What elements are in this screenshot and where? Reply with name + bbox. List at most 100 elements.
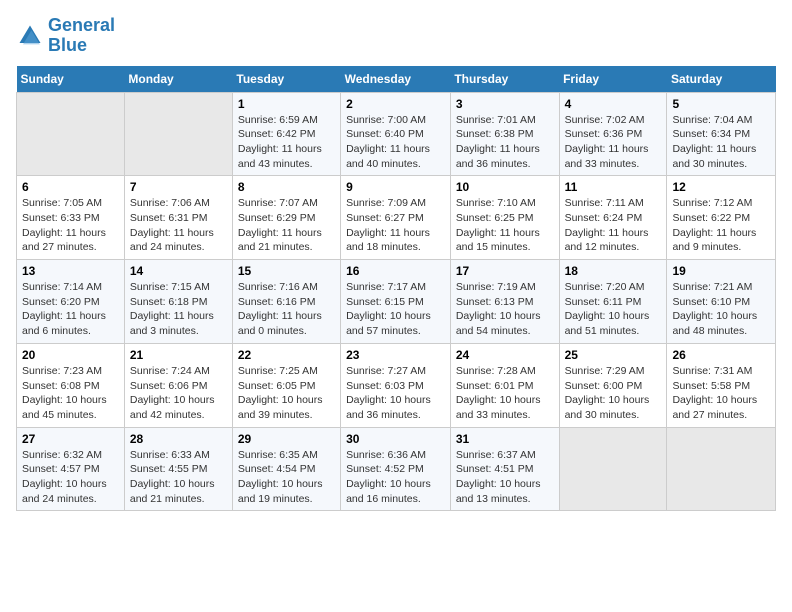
calendar-cell: 9 Sunrise: 7:09 AM Sunset: 6:27 PM Daylig… bbox=[341, 176, 451, 260]
calendar-cell: 28 Sunrise: 6:33 AM Sunset: 4:55 PM Dayli… bbox=[124, 427, 232, 511]
day-number: 2 bbox=[346, 97, 445, 111]
logo: General Blue bbox=[16, 16, 115, 56]
day-info: Sunrise: 7:14 AM Sunset: 6:20 PM Dayligh… bbox=[22, 280, 119, 339]
day-number: 7 bbox=[130, 180, 227, 194]
day-number: 4 bbox=[565, 97, 662, 111]
calendar-week-row: 1 Sunrise: 6:59 AM Sunset: 6:42 PM Daylig… bbox=[17, 92, 776, 176]
day-info: Sunrise: 7:27 AM Sunset: 6:03 PM Dayligh… bbox=[346, 364, 445, 423]
day-info: Sunrise: 6:37 AM Sunset: 4:51 PM Dayligh… bbox=[456, 448, 554, 507]
day-number: 15 bbox=[238, 264, 335, 278]
day-info: Sunrise: 7:00 AM Sunset: 6:40 PM Dayligh… bbox=[346, 113, 445, 172]
calendar-cell: 3 Sunrise: 7:01 AM Sunset: 6:38 PM Daylig… bbox=[450, 92, 559, 176]
calendar-cell: 11 Sunrise: 7:11 AM Sunset: 6:24 PM Dayli… bbox=[559, 176, 667, 260]
day-number: 16 bbox=[346, 264, 445, 278]
day-number: 1 bbox=[238, 97, 335, 111]
logo-icon bbox=[16, 22, 44, 50]
calendar-cell: 13 Sunrise: 7:14 AM Sunset: 6:20 PM Dayli… bbox=[17, 260, 125, 344]
day-info: Sunrise: 7:02 AM Sunset: 6:36 PM Dayligh… bbox=[565, 113, 662, 172]
day-number: 9 bbox=[346, 180, 445, 194]
day-of-week-header: Sunday bbox=[17, 66, 125, 93]
day-number: 31 bbox=[456, 432, 554, 446]
calendar-week-row: 13 Sunrise: 7:14 AM Sunset: 6:20 PM Dayli… bbox=[17, 260, 776, 344]
day-number: 5 bbox=[672, 97, 770, 111]
day-number: 20 bbox=[22, 348, 119, 362]
day-info: Sunrise: 7:23 AM Sunset: 6:08 PM Dayligh… bbox=[22, 364, 119, 423]
calendar-cell: 22Sunrise: 7:25 AM Sunset: 6:05 PM Dayli… bbox=[232, 343, 340, 427]
calendar-cell bbox=[559, 427, 667, 511]
day-number: 10 bbox=[456, 180, 554, 194]
calendar-cell: 27 Sunrise: 6:32 AM Sunset: 4:57 PM Dayli… bbox=[17, 427, 125, 511]
day-info: Sunrise: 7:07 AM Sunset: 6:29 PM Dayligh… bbox=[238, 196, 335, 255]
day-number: 17 bbox=[456, 264, 554, 278]
day-of-week-header: Tuesday bbox=[232, 66, 340, 93]
calendar-cell: 24 Sunrise: 7:28 AM Sunset: 6:01 PM Dayli… bbox=[450, 343, 559, 427]
day-number: 18 bbox=[565, 264, 662, 278]
day-number: 6 bbox=[22, 180, 119, 194]
calendar-cell: 4 Sunrise: 7:02 AM Sunset: 6:36 PM Daylig… bbox=[559, 92, 667, 176]
calendar-header-row: SundayMondayTuesdayWednesdayThursdayFrid… bbox=[17, 66, 776, 93]
day-of-week-header: Saturday bbox=[667, 66, 776, 93]
day-number: 29 bbox=[238, 432, 335, 446]
day-number: 19 bbox=[672, 264, 770, 278]
day-info: Sunrise: 7:29 AM Sunset: 6:00 PM Dayligh… bbox=[565, 364, 662, 423]
calendar-cell: 29 Sunrise: 6:35 AM Sunset: 4:54 PM Dayli… bbox=[232, 427, 340, 511]
day-info: Sunrise: 6:35 AM Sunset: 4:54 PM Dayligh… bbox=[238, 448, 335, 507]
day-info: Sunrise: 7:06 AM Sunset: 6:31 PM Dayligh… bbox=[130, 196, 227, 255]
day-number: 28 bbox=[130, 432, 227, 446]
day-number: 24 bbox=[456, 348, 554, 362]
day-number: 3 bbox=[456, 97, 554, 111]
day-number: 13 bbox=[22, 264, 119, 278]
day-info: Sunrise: 7:04 AM Sunset: 6:34 PM Dayligh… bbox=[672, 113, 770, 172]
day-info: Sunrise: 7:11 AM Sunset: 6:24 PM Dayligh… bbox=[565, 196, 662, 255]
calendar-cell: 16 Sunrise: 7:17 AM Sunset: 6:15 PM Dayli… bbox=[341, 260, 451, 344]
day-info: Sunrise: 7:17 AM Sunset: 6:15 PM Dayligh… bbox=[346, 280, 445, 339]
calendar-week-row: 6 Sunrise: 7:05 AM Sunset: 6:33 PM Daylig… bbox=[17, 176, 776, 260]
day-number: 26 bbox=[672, 348, 770, 362]
page-header: General Blue bbox=[16, 16, 776, 56]
calendar-cell: 20 Sunrise: 7:23 AM Sunset: 6:08 PM Dayli… bbox=[17, 343, 125, 427]
day-info: Sunrise: 7:09 AM Sunset: 6:27 PM Dayligh… bbox=[346, 196, 445, 255]
day-info: Sunrise: 7:01 AM Sunset: 6:38 PM Dayligh… bbox=[456, 113, 554, 172]
day-info: Sunrise: 6:33 AM Sunset: 4:55 PM Dayligh… bbox=[130, 448, 227, 507]
calendar-cell: 17 Sunrise: 7:19 AM Sunset: 6:13 PM Dayli… bbox=[450, 260, 559, 344]
calendar-cell: 10 Sunrise: 7:10 AM Sunset: 6:25 PM Dayli… bbox=[450, 176, 559, 260]
calendar-cell: 5 Sunrise: 7:04 AM Sunset: 6:34 PM Daylig… bbox=[667, 92, 776, 176]
calendar-cell: 21Sunrise: 7:24 AM Sunset: 6:06 PM Dayli… bbox=[124, 343, 232, 427]
day-info: Sunrise: 7:24 AM Sunset: 6:06 PM Dayligh… bbox=[130, 364, 227, 423]
calendar-cell: 25 Sunrise: 7:29 AM Sunset: 6:00 PM Dayli… bbox=[559, 343, 667, 427]
day-of-week-header: Thursday bbox=[450, 66, 559, 93]
day-number: 27 bbox=[22, 432, 119, 446]
logo-text: General Blue bbox=[48, 16, 115, 56]
calendar-cell: 15Sunrise: 7:16 AM Sunset: 6:16 PM Dayli… bbox=[232, 260, 340, 344]
calendar-cell: 7 Sunrise: 7:06 AM Sunset: 6:31 PM Daylig… bbox=[124, 176, 232, 260]
calendar-cell bbox=[667, 427, 776, 511]
calendar-table: SundayMondayTuesdayWednesdayThursdayFrid… bbox=[16, 66, 776, 512]
calendar-week-row: 27 Sunrise: 6:32 AM Sunset: 4:57 PM Dayli… bbox=[17, 427, 776, 511]
calendar-cell: 31 Sunrise: 6:37 AM Sunset: 4:51 PM Dayli… bbox=[450, 427, 559, 511]
calendar-cell bbox=[17, 92, 125, 176]
calendar-cell: 23 Sunrise: 7:27 AM Sunset: 6:03 PM Dayli… bbox=[341, 343, 451, 427]
day-info: Sunrise: 7:28 AM Sunset: 6:01 PM Dayligh… bbox=[456, 364, 554, 423]
day-info: Sunrise: 7:19 AM Sunset: 6:13 PM Dayligh… bbox=[456, 280, 554, 339]
day-number: 14 bbox=[130, 264, 227, 278]
day-of-week-header: Wednesday bbox=[341, 66, 451, 93]
day-info: Sunrise: 7:12 AM Sunset: 6:22 PM Dayligh… bbox=[672, 196, 770, 255]
calendar-cell: 14Sunrise: 7:15 AM Sunset: 6:18 PM Dayli… bbox=[124, 260, 232, 344]
day-info: Sunrise: 7:05 AM Sunset: 6:33 PM Dayligh… bbox=[22, 196, 119, 255]
calendar-cell: 18Sunrise: 7:20 AM Sunset: 6:11 PM Dayli… bbox=[559, 260, 667, 344]
day-number: 25 bbox=[565, 348, 662, 362]
day-info: Sunrise: 7:31 AM Sunset: 5:58 PM Dayligh… bbox=[672, 364, 770, 423]
calendar-cell: 19Sunrise: 7:21 AM Sunset: 6:10 PM Dayli… bbox=[667, 260, 776, 344]
day-number: 11 bbox=[565, 180, 662, 194]
day-of-week-header: Monday bbox=[124, 66, 232, 93]
day-number: 23 bbox=[346, 348, 445, 362]
day-number: 30 bbox=[346, 432, 445, 446]
day-info: Sunrise: 6:59 AM Sunset: 6:42 PM Dayligh… bbox=[238, 113, 335, 172]
calendar-week-row: 20 Sunrise: 7:23 AM Sunset: 6:08 PM Dayli… bbox=[17, 343, 776, 427]
day-info: Sunrise: 7:10 AM Sunset: 6:25 PM Dayligh… bbox=[456, 196, 554, 255]
day-info: Sunrise: 7:25 AM Sunset: 6:05 PM Dayligh… bbox=[238, 364, 335, 423]
calendar-cell: 2 Sunrise: 7:00 AM Sunset: 6:40 PM Daylig… bbox=[341, 92, 451, 176]
calendar-cell: 6 Sunrise: 7:05 AM Sunset: 6:33 PM Daylig… bbox=[17, 176, 125, 260]
calendar-cell: 12Sunrise: 7:12 AM Sunset: 6:22 PM Dayli… bbox=[667, 176, 776, 260]
day-info: Sunrise: 6:32 AM Sunset: 4:57 PM Dayligh… bbox=[22, 448, 119, 507]
